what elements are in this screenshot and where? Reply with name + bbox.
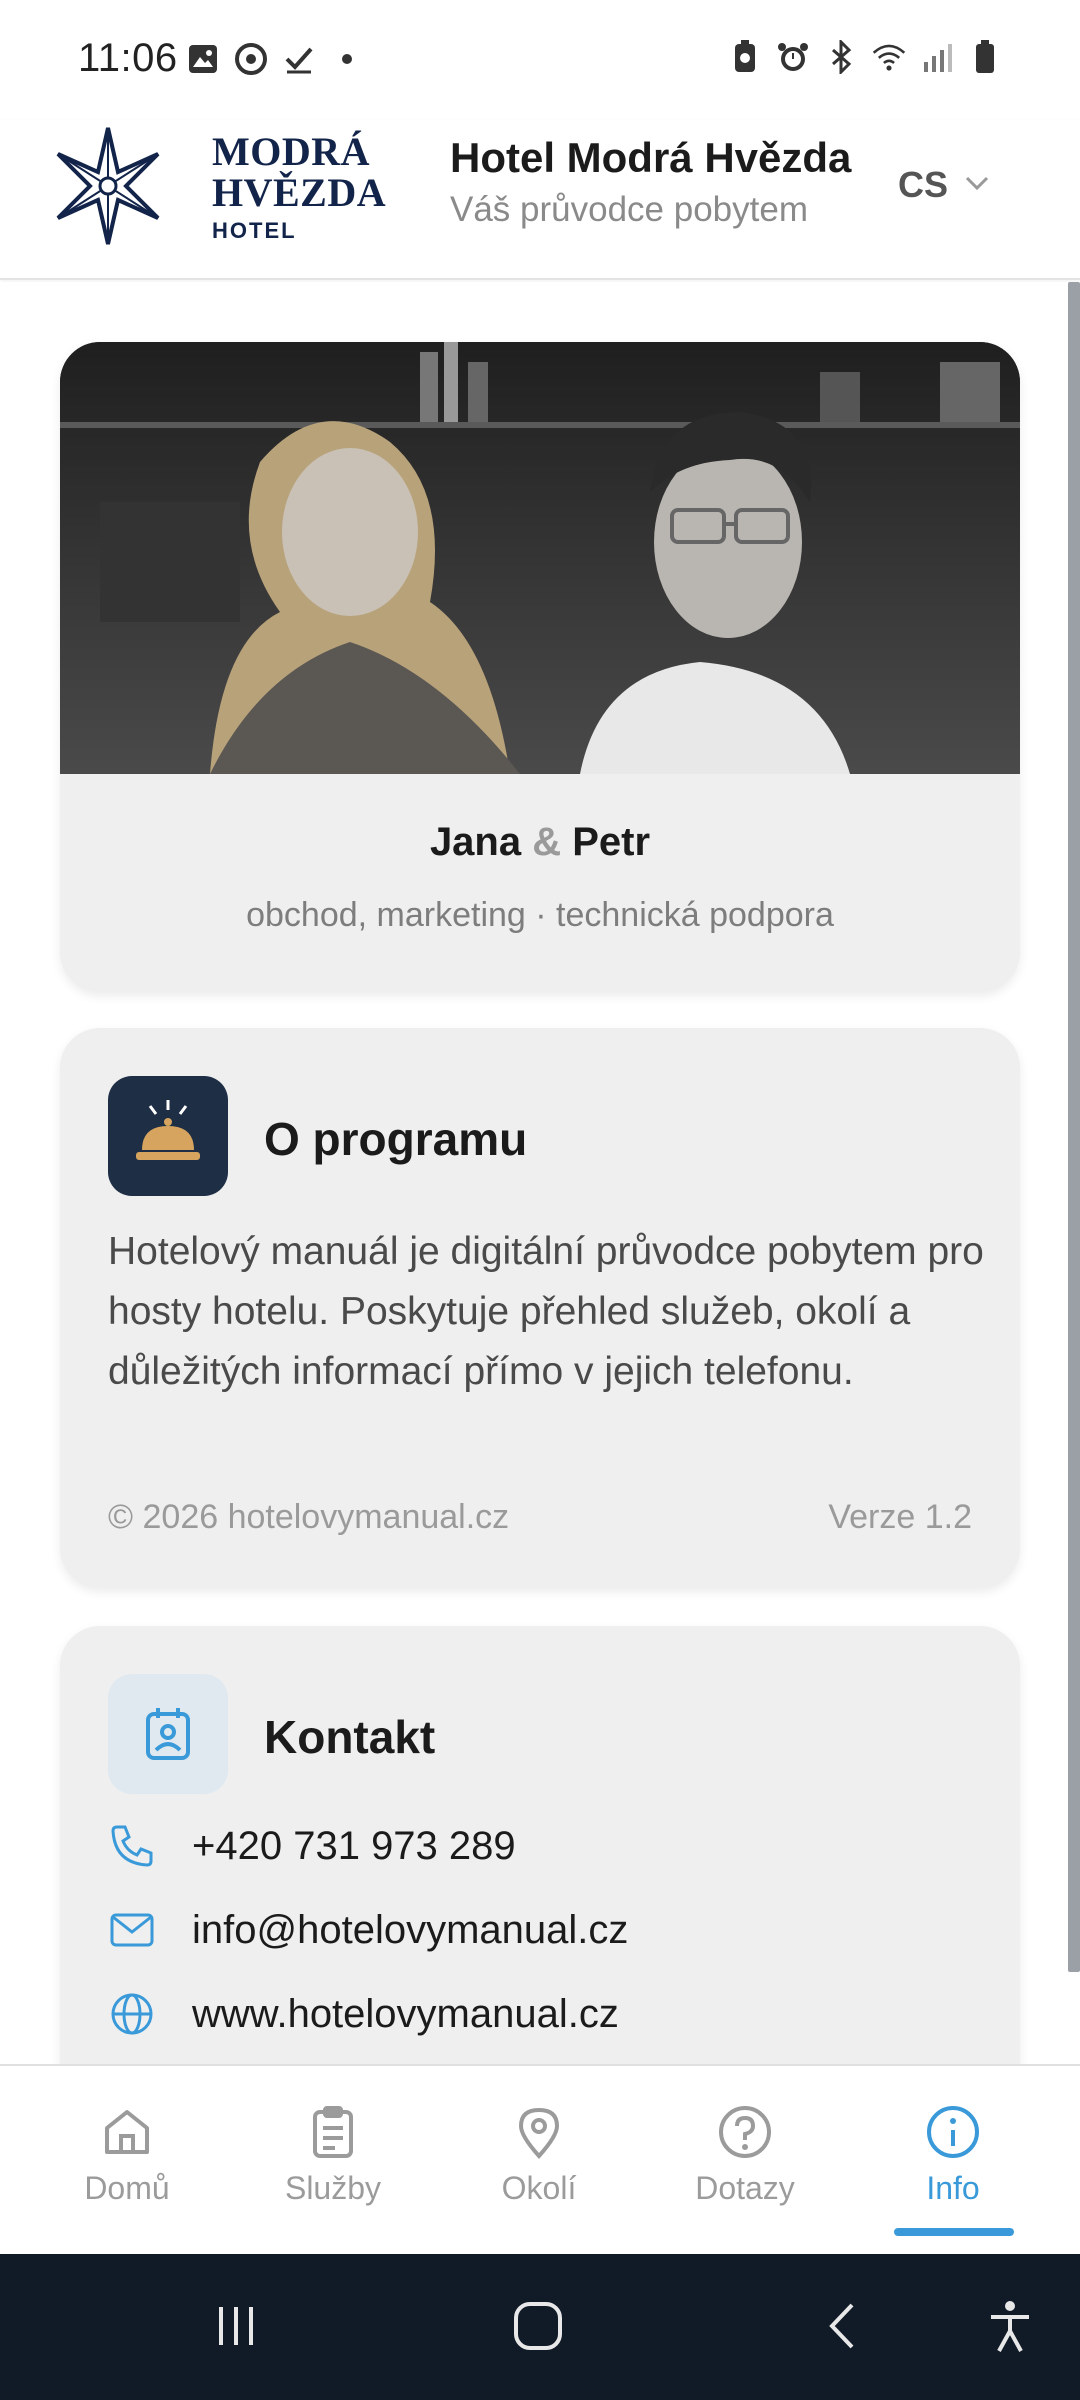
- alarm-icon: [776, 40, 810, 74]
- back-button[interactable]: [812, 2296, 872, 2356]
- logo-line-2: HVĚZDA: [212, 170, 387, 215]
- nav-item-services[interactable]: Služby: [230, 2102, 436, 2207]
- nav-item-home[interactable]: Domů: [24, 2102, 230, 2207]
- status-bar: 11:06: [0, 0, 1080, 120]
- bottom-navigation: Domů Služby Okolí Dotazy Info: [0, 2064, 1080, 2254]
- contact-card: Kontakt +420 731 973 289 info@hotelovyma…: [60, 1626, 1020, 2066]
- brand-logo: MODRÁ HVĚZDA HOTEL: [212, 132, 386, 244]
- wifi-icon: [872, 40, 906, 74]
- logo-line-1: MODRÁ: [212, 129, 371, 174]
- contact-email: info@hotelovymanual.cz: [192, 1907, 629, 1952]
- phone-icon: [108, 1822, 156, 1870]
- clipboard-icon: [303, 2102, 363, 2162]
- team-member-2: Petr: [572, 820, 651, 864]
- content-scroll-area[interactable]: Jana & Petr obchod, marketing · technick…: [0, 282, 1080, 2066]
- chevron-down-icon: [964, 175, 990, 196]
- page-subtitle: Váš průvodce pobytem: [450, 190, 808, 229]
- language-selector[interactable]: CS: [898, 164, 990, 206]
- battery-icon: [968, 40, 1002, 74]
- nav-label-surroundings: Okolí: [501, 2170, 577, 2206]
- home-button[interactable]: [508, 2296, 568, 2356]
- nav-item-surroundings[interactable]: Okolí: [436, 2102, 642, 2207]
- contact-web: www.hotelovymanual.cz: [192, 1991, 619, 2036]
- status-right-icons: [728, 40, 1002, 74]
- reception-bell-icon: [108, 1076, 228, 1196]
- recent-apps-button[interactable]: [206, 2296, 266, 2356]
- battery-saver-icon: [728, 40, 762, 74]
- about-title: O programu: [264, 1113, 528, 1165]
- nav-label-services: Služby: [284, 2170, 382, 2206]
- status-time: 11:06: [78, 36, 178, 80]
- home-icon: [97, 2102, 157, 2162]
- team-member-1: Jana: [429, 820, 522, 864]
- active-tab-indicator: [894, 2228, 1014, 2236]
- mail-icon: [108, 1906, 156, 1954]
- accessibility-button[interactable]: [980, 2296, 1040, 2356]
- question-icon: [715, 2102, 775, 2162]
- team-names: Jana & Petr: [60, 820, 1020, 865]
- contact-web-row[interactable]: www.hotelovymanual.cz: [108, 1990, 619, 2038]
- contact-email-row[interactable]: info@hotelovymanual.cz: [108, 1906, 628, 1954]
- nav-item-info[interactable]: Info: [850, 2102, 1056, 2207]
- app-header: MODRÁ HVĚZDA HOTEL Hotel Modrá Hvězda Vá…: [0, 120, 1080, 280]
- about-description: Hotelový manuál je digitální průvodce po…: [108, 1230, 984, 1393]
- nav-label-home: Domů: [84, 2170, 170, 2206]
- nav-label-faq: Dotazy: [695, 2170, 795, 2206]
- about-card: O programu Hotelový manuál je digitální …: [60, 1028, 1020, 1588]
- location-pin-icon: [509, 2102, 569, 2162]
- version-text: Verze 1.2: [828, 1498, 972, 1536]
- signal-icon: [920, 40, 954, 74]
- team-photo: [60, 342, 1020, 774]
- logo-line-3: HOTEL: [212, 218, 297, 243]
- team-roles: obchod, marketing · technická podpora: [246, 896, 834, 934]
- scrollbar[interactable]: [1068, 282, 1080, 1972]
- language-code: CS: [898, 164, 949, 205]
- team-card: Jana & Petr obchod, marketing · technick…: [60, 342, 1020, 992]
- status-left-icons: [186, 42, 364, 76]
- copyright-text: © 2026 hotelovymanual.cz: [108, 1498, 510, 1536]
- team-ampersand: &: [532, 820, 562, 864]
- check-icon: [282, 42, 316, 76]
- system-navigation-bar: [0, 2254, 1080, 2400]
- info-icon: [923, 2102, 983, 2162]
- nav-label-info: Info: [926, 2170, 980, 2206]
- star-logo-icon: [46, 124, 170, 248]
- dot-icon: [330, 42, 364, 76]
- contact-phone-row[interactable]: +420 731 973 289: [108, 1822, 516, 1870]
- nav-item-faq[interactable]: Dotazy: [642, 2102, 848, 2207]
- contact-title: Kontakt: [264, 1711, 436, 1763]
- page-title: Hotel Modrá Hvězda: [450, 134, 852, 181]
- contact-phone: +420 731 973 289: [192, 1823, 516, 1868]
- bluetooth-icon: [824, 40, 858, 74]
- image-icon: [186, 42, 220, 76]
- globe-icon: [108, 1990, 156, 2038]
- contact-badge-icon: [108, 1674, 228, 1794]
- chrome-icon: [234, 42, 268, 76]
